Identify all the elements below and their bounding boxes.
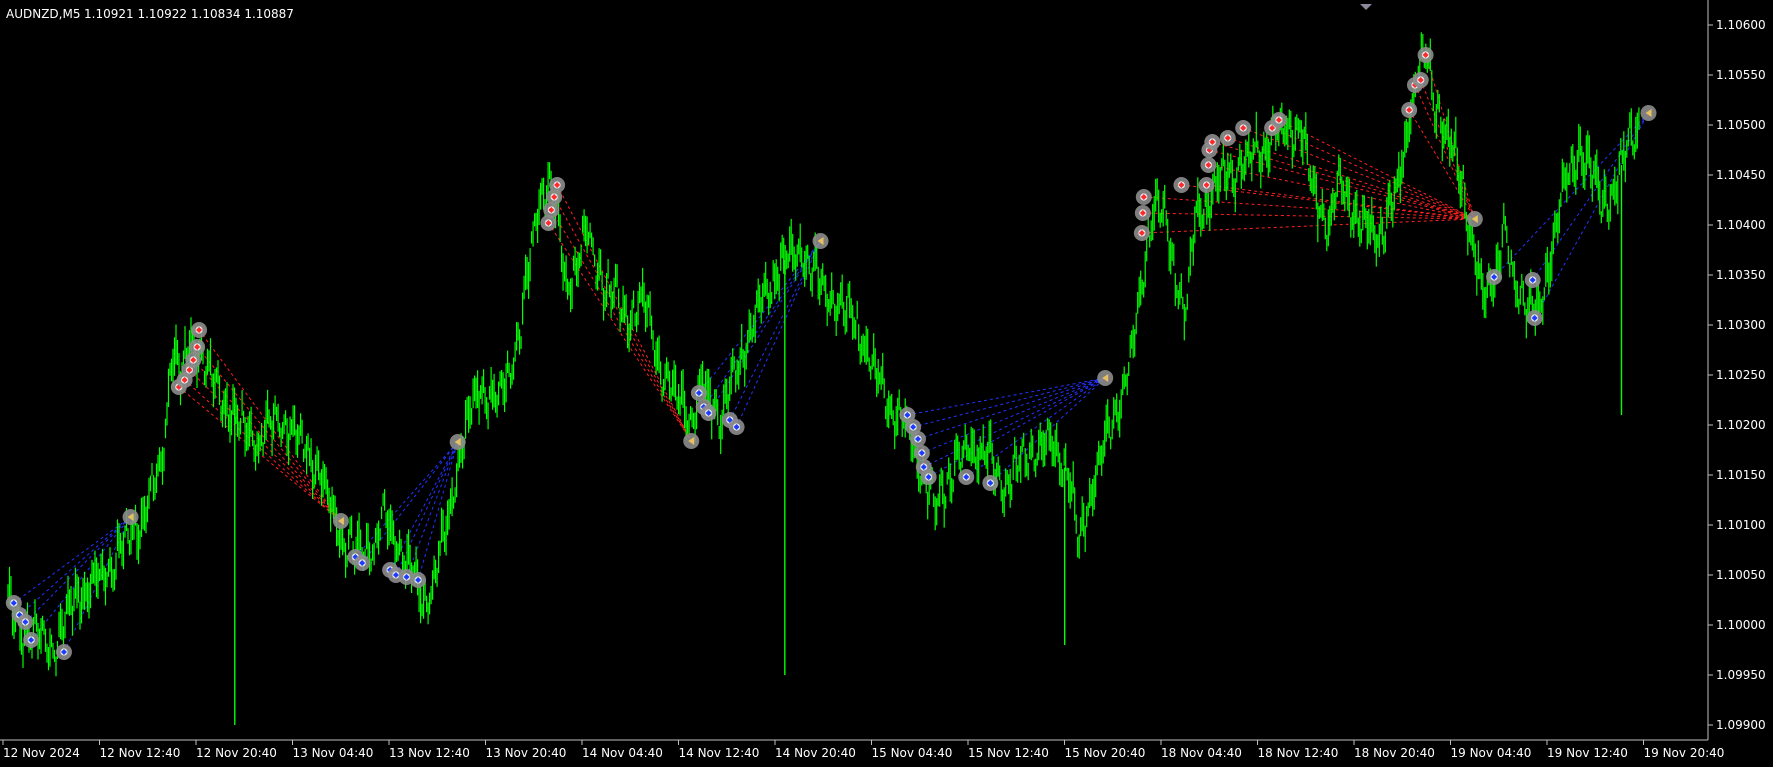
y-tick-label: 1.10100 xyxy=(1716,518,1766,532)
x-tick-label: 13 Nov 12:40 xyxy=(389,746,470,760)
x-tick-label: 15 Nov 20:40 xyxy=(1065,746,1146,760)
close-marker[interactable] xyxy=(122,509,139,525)
x-tick-label: 13 Nov 20:40 xyxy=(486,746,567,760)
sell-entry-marker[interactable] xyxy=(1173,177,1190,193)
sell-entry-marker[interactable] xyxy=(1219,130,1236,146)
x-tick-label: 14 Nov 12:40 xyxy=(679,746,760,760)
chart-header: AUDNZD,M5 1.10921 1.10922 1.10834 1.1088… xyxy=(6,7,294,21)
x-tick-label: 18 Nov 20:40 xyxy=(1354,746,1435,760)
x-tick-label: 19 Nov 12:40 xyxy=(1547,746,1628,760)
x-tick-label: 14 Nov 04:40 xyxy=(582,746,663,760)
x-tick-label: 18 Nov 12:40 xyxy=(1258,746,1339,760)
sell-entry-marker[interactable] xyxy=(1134,205,1151,221)
chart-background xyxy=(0,0,1773,763)
chart-canvas[interactable]: 1.10600 1.10550 1.10500 1.10450 1.10400 1.103… xyxy=(0,0,1773,763)
buy-entry-marker[interactable] xyxy=(700,405,717,421)
buy-entry-marker[interactable] xyxy=(17,614,34,630)
x-tick-label: 13 Nov 04:40 xyxy=(293,746,374,760)
x-tick-label: 15 Nov 12:40 xyxy=(968,746,1049,760)
x-tick-label: 12 Nov 12:40 xyxy=(100,746,181,760)
y-tick-label: 1.10600 xyxy=(1716,18,1766,32)
y-tick-label: 1.10500 xyxy=(1716,118,1766,132)
sell-entry-marker[interactable] xyxy=(1135,189,1152,205)
close-marker[interactable] xyxy=(332,513,349,529)
sell-entry-marker[interactable] xyxy=(189,339,206,355)
buy-entry-marker[interactable] xyxy=(1526,310,1543,326)
buy-entry-marker[interactable] xyxy=(982,475,999,491)
x-tick-label: 19 Nov 20:40 xyxy=(1644,746,1725,760)
y-tick-label: 1.10350 xyxy=(1716,268,1766,282)
x-tick-label: 15 Nov 04:40 xyxy=(872,746,953,760)
x-tick-label: 18 Nov 04:40 xyxy=(1161,746,1242,760)
y-tick-label: 1.10150 xyxy=(1716,468,1766,482)
buy-entry-marker[interactable] xyxy=(690,385,707,401)
x-tick-label: 12 Nov 2024 xyxy=(3,746,80,760)
y-tick-label: 1.10450 xyxy=(1716,168,1766,182)
x-tick-label: 12 Nov 20:40 xyxy=(196,746,277,760)
price-chart[interactable]: 1.10600 1.10550 1.10500 1.10450 1.10400 1.103… xyxy=(0,0,1773,763)
buy-entry-marker[interactable] xyxy=(55,644,72,660)
buy-entry-marker[interactable] xyxy=(354,555,371,571)
buy-entry-marker[interactable] xyxy=(728,419,745,435)
sell-entry-marker[interactable] xyxy=(1417,47,1434,63)
y-tick-label: 1.10200 xyxy=(1716,418,1766,432)
sell-entry-marker[interactable] xyxy=(1412,72,1429,88)
sell-entry-marker[interactable] xyxy=(1401,102,1418,118)
sell-entry-marker[interactable] xyxy=(191,322,208,338)
buy-entry-marker[interactable] xyxy=(920,469,937,485)
close-marker[interactable] xyxy=(1640,105,1657,121)
close-marker[interactable] xyxy=(1466,211,1483,227)
sell-entry-marker[interactable] xyxy=(1235,120,1252,136)
sell-entry-marker[interactable] xyxy=(1133,225,1150,241)
ohlc-values: 1.10921 1.10922 1.10834 1.10887 xyxy=(84,7,294,21)
buy-entry-marker[interactable] xyxy=(1524,272,1541,288)
buy-entry-marker[interactable] xyxy=(913,445,930,461)
buy-entry-marker[interactable] xyxy=(23,632,40,648)
buy-entry-marker[interactable] xyxy=(410,572,427,588)
x-tick-label: 14 Nov 20:40 xyxy=(775,746,856,760)
symbol-label: AUDNZD,M5 xyxy=(6,7,80,21)
y-tick-label: 1.09900 xyxy=(1716,718,1766,732)
y-tick-label: 1.10400 xyxy=(1716,218,1766,232)
close-marker[interactable] xyxy=(812,233,829,249)
y-tick-label: 1.10000 xyxy=(1716,618,1766,632)
sell-entry-marker[interactable] xyxy=(1270,112,1287,128)
sell-entry-marker[interactable] xyxy=(1198,177,1215,193)
buy-entry-marker[interactable] xyxy=(1486,269,1503,285)
y-tick-label: 1.09950 xyxy=(1716,668,1766,682)
sell-entry-marker[interactable] xyxy=(1204,134,1221,150)
sell-entry-marker[interactable] xyxy=(549,177,566,193)
y-tick-label: 1.10300 xyxy=(1716,318,1766,332)
close-marker[interactable] xyxy=(1097,370,1114,386)
y-tick-label: 1.10250 xyxy=(1716,368,1766,382)
y-tick-label: 1.10050 xyxy=(1716,568,1766,582)
close-marker[interactable] xyxy=(683,433,700,449)
y-tick-label: 1.10550 xyxy=(1716,68,1766,82)
close-marker[interactable] xyxy=(449,434,466,450)
buy-entry-marker[interactable] xyxy=(909,431,926,447)
x-tick-label: 19 Nov 04:40 xyxy=(1451,746,1532,760)
sell-entry-marker[interactable] xyxy=(1200,157,1217,173)
buy-entry-marker[interactable] xyxy=(958,469,975,485)
